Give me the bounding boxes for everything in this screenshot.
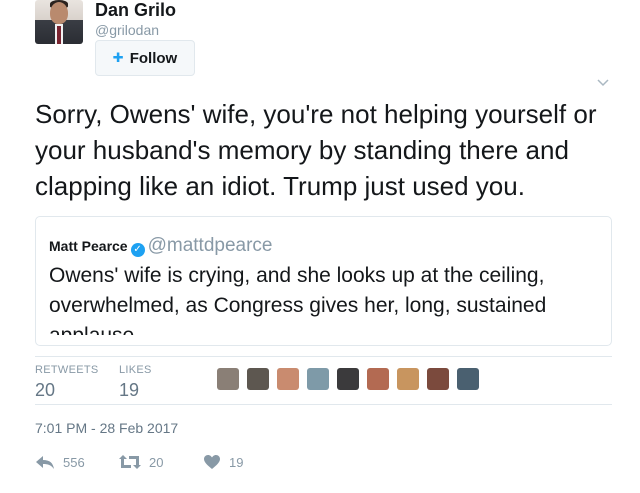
quoted-tweet-header: Matt Pearce ✓ @mattdpearce <box>49 235 273 257</box>
retweet-button[interactable]: 20 <box>119 454 163 470</box>
avatar-tie <box>57 26 61 44</box>
likes-value: 19 <box>119 380 140 400</box>
avatar-head <box>50 2 68 24</box>
retweets-value: 20 <box>35 380 56 400</box>
follow-button[interactable]: ✚ Follow <box>95 40 195 76</box>
quoted-author-handle: @mattdpearce <box>147 235 273 256</box>
divider-top <box>35 356 612 357</box>
add-user-icon: ✚ <box>112 50 124 65</box>
chevron-down-icon[interactable] <box>596 76 610 90</box>
author-handle[interactable]: @grilodan <box>95 22 159 38</box>
heart-icon <box>204 455 220 469</box>
tweet-timestamp[interactable]: 7:01 PM - 28 Feb 2017 <box>35 420 178 436</box>
likes-label: LIKES <box>119 364 152 376</box>
liker-avatar[interactable] <box>217 368 239 390</box>
verified-icon: ✓ <box>130 243 145 257</box>
retweets-label: RETWEETS <box>35 364 99 376</box>
quoted-tweet-text: Owens' wife is crying, and she looks up … <box>49 264 547 335</box>
quoted-tweet[interactable]: Matt Pearce ✓ @mattdpearce Owens' wife is … <box>35 216 612 346</box>
author-avatar[interactable] <box>35 0 83 44</box>
liker-avatar[interactable] <box>247 368 269 390</box>
reply-button[interactable]: 556 <box>35 454 85 470</box>
reply-count: 556 <box>63 454 85 470</box>
quoted-author-name: Matt Pearce <box>49 238 128 254</box>
reply-icon <box>36 456 54 469</box>
tweet-text: Sorry, Owens' wife, you're not helping y… <box>35 99 597 201</box>
retweet-icon <box>119 455 141 469</box>
author-name[interactable]: Dan Grilo <box>95 0 176 21</box>
like-button[interactable]: 19 <box>203 454 243 470</box>
retweet-count: 20 <box>149 454 164 470</box>
follow-label: Follow <box>129 49 178 67</box>
retweets-stat[interactable]: RETWEETS 20 <box>35 364 99 401</box>
likes-stat[interactable]: LIKES 19 <box>119 364 152 401</box>
liker-avatar[interactable] <box>337 368 359 390</box>
divider-bottom <box>35 404 612 405</box>
like-count: 19 <box>229 454 244 470</box>
liker-avatar[interactable] <box>277 368 299 390</box>
liker-avatar[interactable] <box>457 368 479 390</box>
liker-avatar[interactable] <box>367 368 389 390</box>
liker-avatar[interactable] <box>427 368 449 390</box>
liker-avatar[interactable] <box>307 368 329 390</box>
liker-avatar[interactable] <box>397 368 419 390</box>
liker-avatars <box>217 368 487 390</box>
